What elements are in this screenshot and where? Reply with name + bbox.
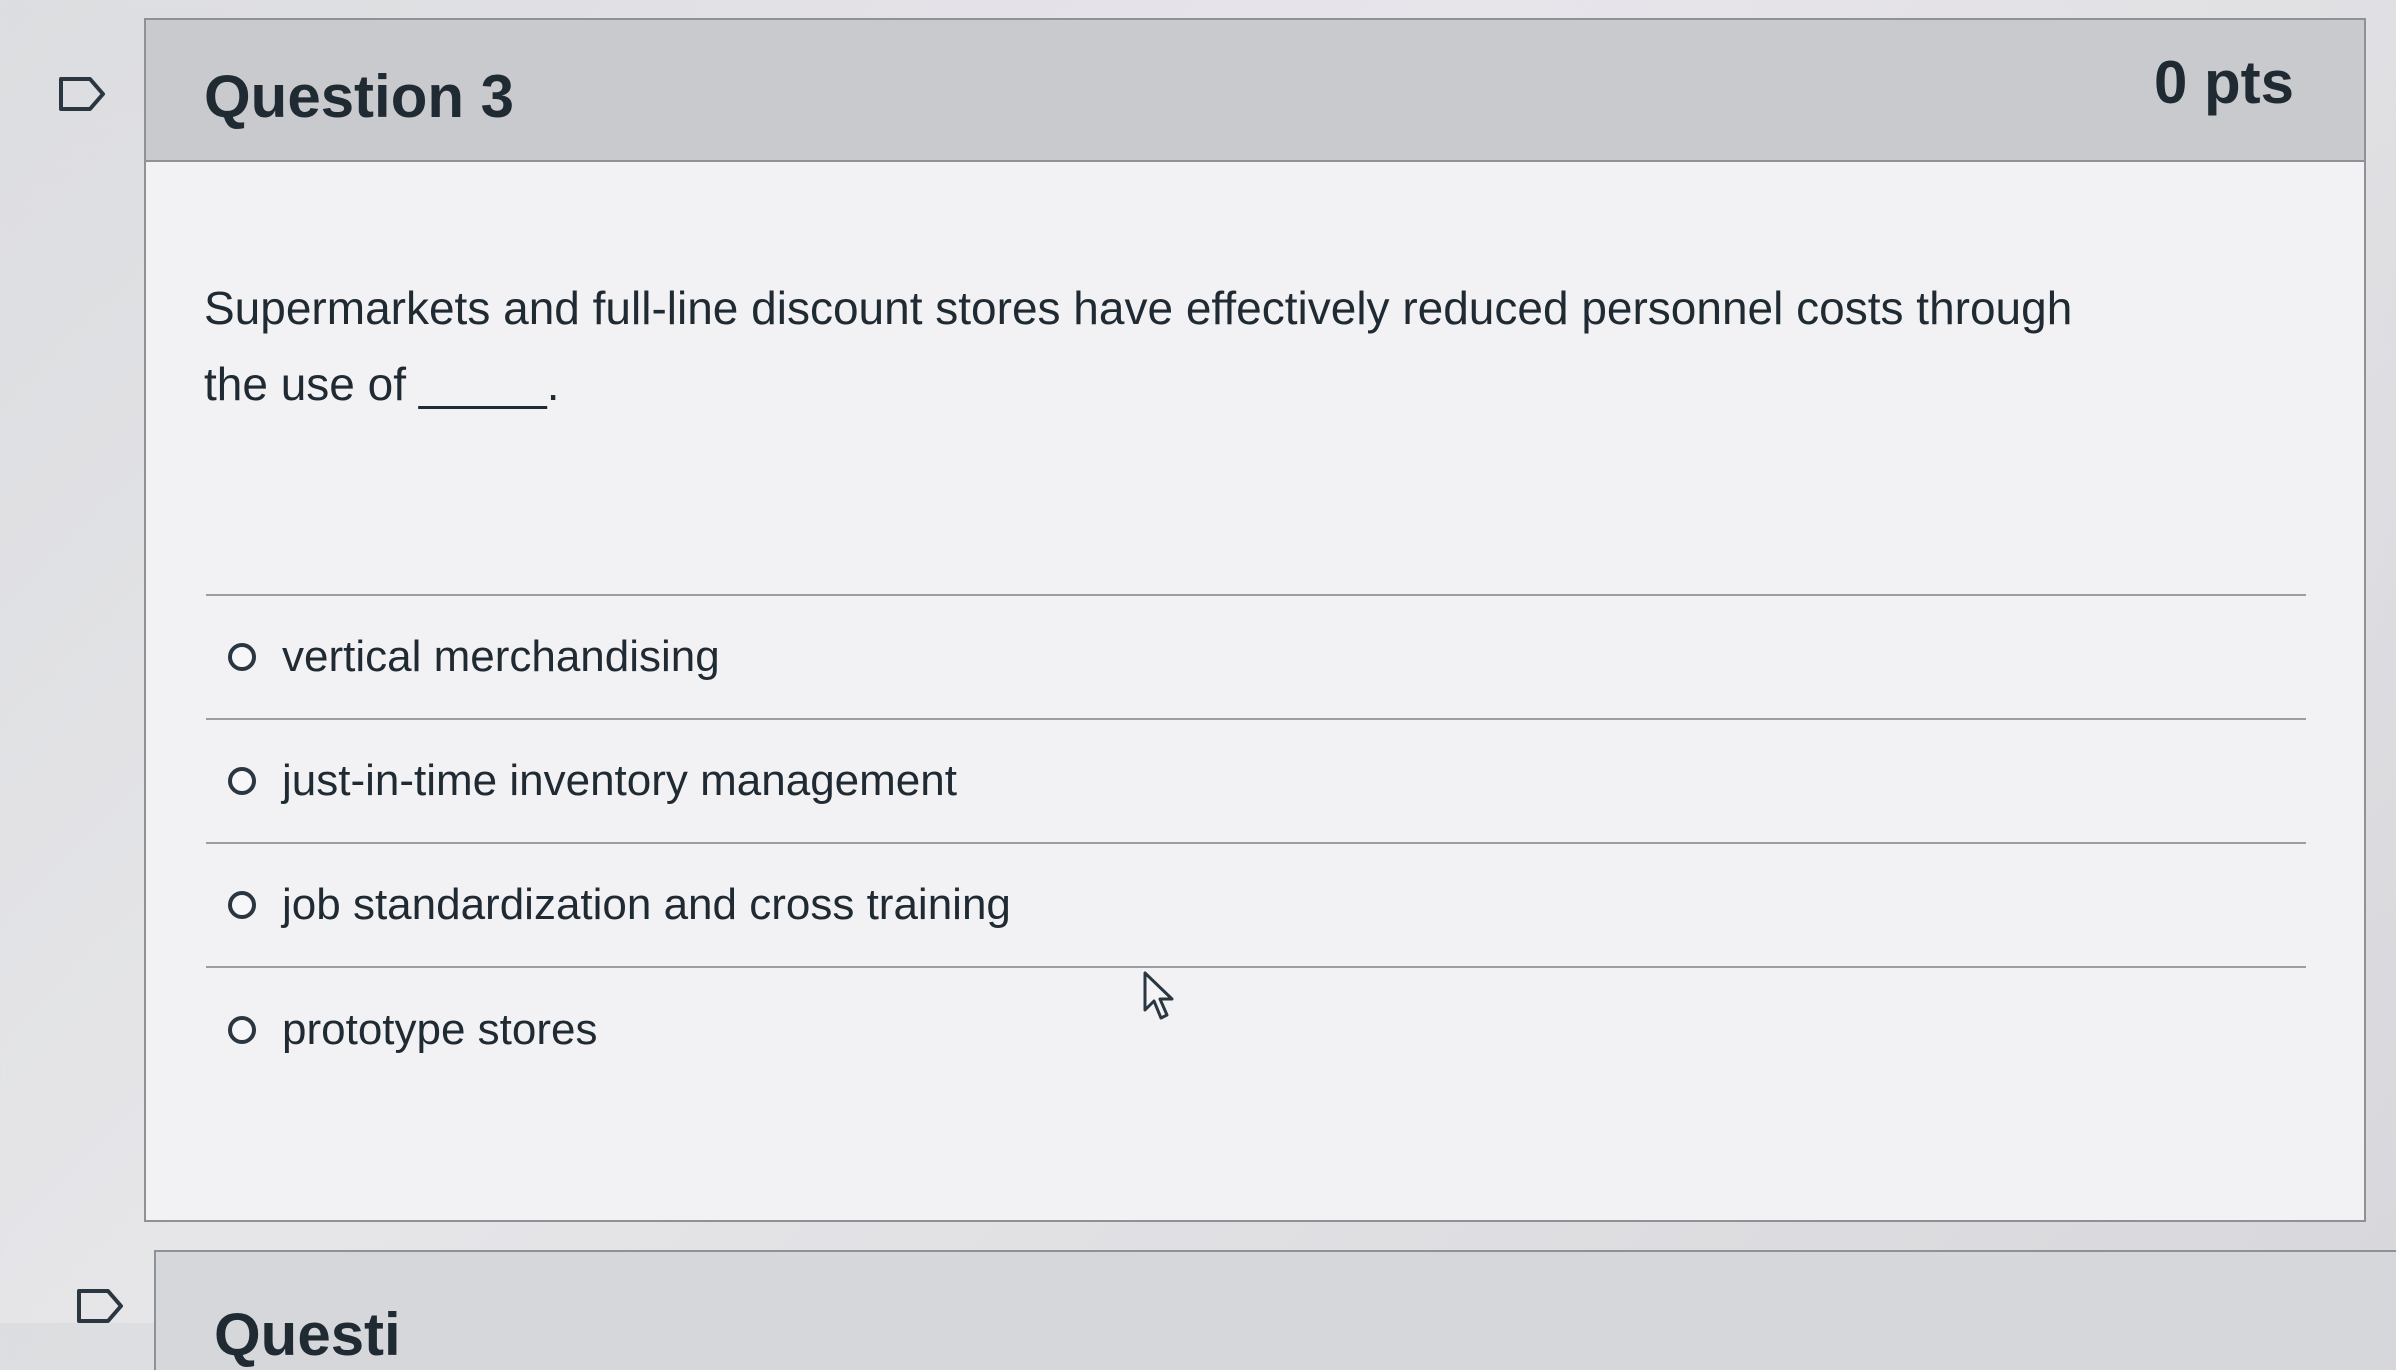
radio-button[interactable] <box>228 891 256 919</box>
answer-label[interactable]: prototype stores <box>282 1005 598 1055</box>
answer-list: vertical merchandising just-in-time inve… <box>206 594 2306 1092</box>
answer-option[interactable]: vertical merchandising <box>206 596 2306 720</box>
flag-question-icon[interactable] <box>58 76 106 112</box>
question-points: 0 pts <box>2153 49 2294 116</box>
question-card: Question 3 0 pts Supermarkets and full-l… <box>144 18 2366 1222</box>
radio-button[interactable] <box>228 767 256 795</box>
flag-outline-icon <box>59 77 105 111</box>
answer-label[interactable]: job standardization and cross training <box>282 880 1011 930</box>
mouse-pointer-icon <box>1142 970 1176 1022</box>
question-text: Supermarkets and full-line discount stor… <box>204 270 2304 422</box>
flag-outline-icon <box>77 1289 123 1323</box>
answer-option[interactable]: job standardization and cross training <box>206 844 2306 968</box>
radio-button[interactable] <box>228 643 256 671</box>
answer-option[interactable]: just-in-time inventory management <box>206 720 2306 844</box>
next-question-title: Questi <box>214 1301 401 1368</box>
radio-button[interactable] <box>228 1016 256 1044</box>
question-text-line-2: the use of _____. <box>204 358 560 410</box>
next-question-card: Questi <box>154 1250 2396 1370</box>
question-text-line-1: Supermarkets and full-line discount stor… <box>204 282 2073 334</box>
answer-option[interactable]: prototype stores <box>206 968 2306 1092</box>
answer-label[interactable]: vertical merchandising <box>282 632 720 682</box>
flag-question-icon[interactable] <box>76 1288 124 1324</box>
question-title: Question 3 <box>204 63 515 130</box>
question-header: Question 3 0 pts <box>146 20 2364 162</box>
answer-label[interactable]: just-in-time inventory management <box>282 756 957 806</box>
